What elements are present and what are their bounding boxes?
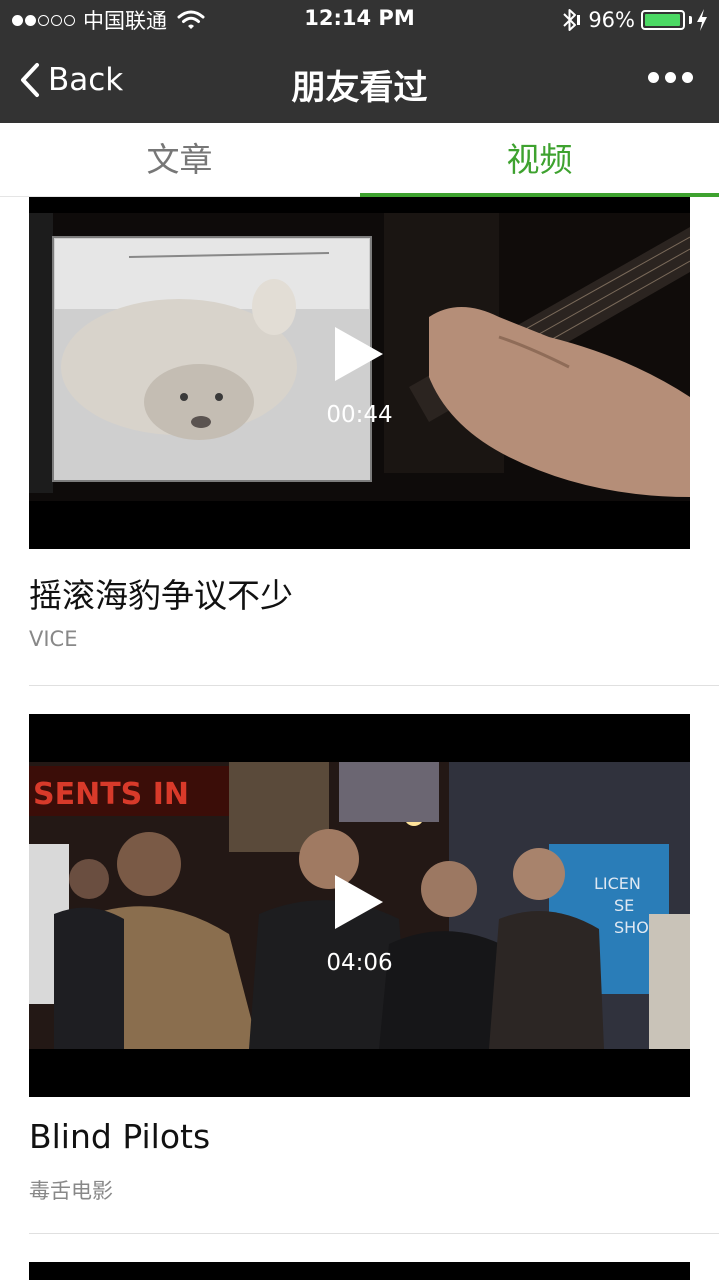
status-right: 96% (558, 7, 709, 33)
bluetooth-icon (563, 9, 581, 31)
video-card[interactable]: 00:44 摇滚海豹争议不少 VICE (0, 197, 719, 687)
play-icon[interactable] (335, 327, 383, 381)
video-source: VICE (29, 627, 78, 651)
svg-text:SHO: SHO (614, 918, 649, 937)
svg-text:LICEN: LICEN (594, 874, 641, 893)
svg-text:SE: SE (614, 896, 634, 915)
tab-bar: 文章 视频 (0, 123, 719, 197)
video-card[interactable]: SENTS IN LICEN SE SHO 04:06 Blind Pilots… (0, 714, 719, 1235)
video-duration: 00:44 (326, 402, 393, 428)
card-divider (29, 1233, 719, 1234)
video-title[interactable]: Blind Pilots (29, 1117, 210, 1156)
battery-tip (689, 16, 692, 24)
tab-videos[interactable]: 视频 (360, 123, 719, 197)
video-card[interactable] (0, 1262, 719, 1280)
battery-icon (641, 10, 685, 30)
video-thumbnail[interactable]: SENTS IN LICEN SE SHO 04:06 (29, 714, 690, 1097)
battery-percent: 96% (588, 8, 635, 32)
video-duration: 04:06 (326, 950, 393, 976)
navigation-bar: Back 朋友看过 (0, 40, 719, 123)
video-feed: 00:44 摇滚海豹争议不少 VICE SENTS IN LICEN SE SH… (0, 197, 719, 1280)
page-title: 朋友看过 (291, 68, 428, 108)
card-divider (29, 685, 719, 686)
tab-articles[interactable]: 文章 (0, 123, 359, 197)
svg-text:SENTS IN: SENTS IN (33, 777, 189, 812)
play-icon[interactable] (335, 875, 383, 929)
more-dots-icon[interactable] (648, 72, 693, 83)
video-thumbnail[interactable]: 00:44 (29, 197, 690, 549)
video-thumbnail[interactable] (29, 1262, 690, 1280)
charging-icon (697, 9, 707, 31)
video-title[interactable]: 摇滚海豹争议不少 (29, 569, 293, 617)
status-bar: 中国联通 12:14 PM 96% (0, 0, 719, 40)
video-source: 毒舌电影 (29, 1179, 113, 1203)
